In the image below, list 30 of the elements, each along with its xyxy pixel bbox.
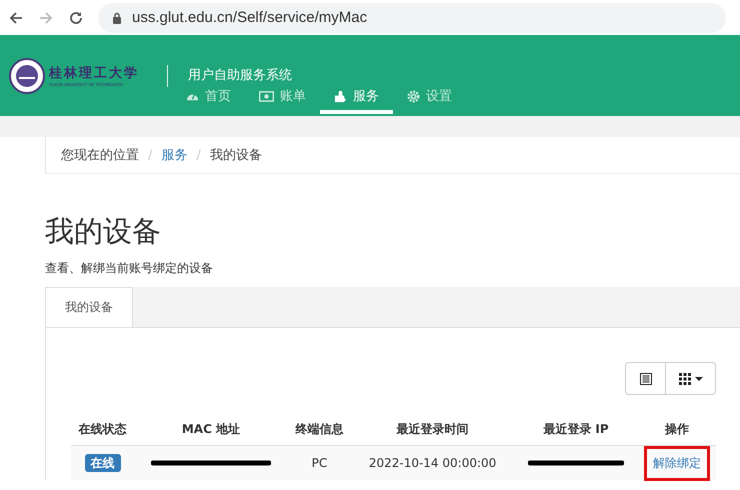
breadcrumb-link[interactable]: 服务 xyxy=(161,146,188,164)
table-cell: PC xyxy=(288,446,351,480)
breadcrumb-separator: / xyxy=(148,148,152,162)
list-icon xyxy=(640,372,652,384)
tab[interactable]: 我的设备 xyxy=(45,287,133,327)
gear-icon xyxy=(407,90,420,102)
caret-icon xyxy=(694,376,702,380)
grid-icon xyxy=(678,372,690,384)
banknote-icon xyxy=(259,90,274,102)
breadcrumb-text: 我的设备 xyxy=(210,147,262,164)
breadcrumb-text: 您现在的位置 xyxy=(61,147,139,164)
online-badge: 在线 xyxy=(84,454,121,472)
back-icon[interactable] xyxy=(8,10,24,26)
nav-tab[interactable]: 设置 xyxy=(393,82,466,114)
table-cell: 2022-10-14 00:00:00 xyxy=(350,446,514,480)
emblem-icon xyxy=(9,58,45,94)
reload-icon[interactable] xyxy=(68,10,84,26)
lock-icon xyxy=(112,12,122,24)
breadcrumb-separator: / xyxy=(196,148,201,162)
logo-name: 桂林理工大学 xyxy=(49,65,139,82)
column-header: 操作 xyxy=(638,413,716,446)
nav-tab[interactable]: 账单 xyxy=(245,82,320,114)
puzzle-icon xyxy=(334,90,347,102)
grid-view-button[interactable] xyxy=(666,362,716,395)
page-subtitle: 查看、解绑当前账号绑定的设备 xyxy=(45,260,214,277)
system-name: 用户自助服务系统 xyxy=(188,67,292,84)
list-view-button[interactable] xyxy=(625,362,666,395)
address-bar[interactable]: uss.glut.edu.cn/Self/service/myMac xyxy=(98,2,726,32)
nav-tab[interactable]: 首页 xyxy=(172,82,245,114)
page-title: 我的设备 xyxy=(45,213,162,250)
